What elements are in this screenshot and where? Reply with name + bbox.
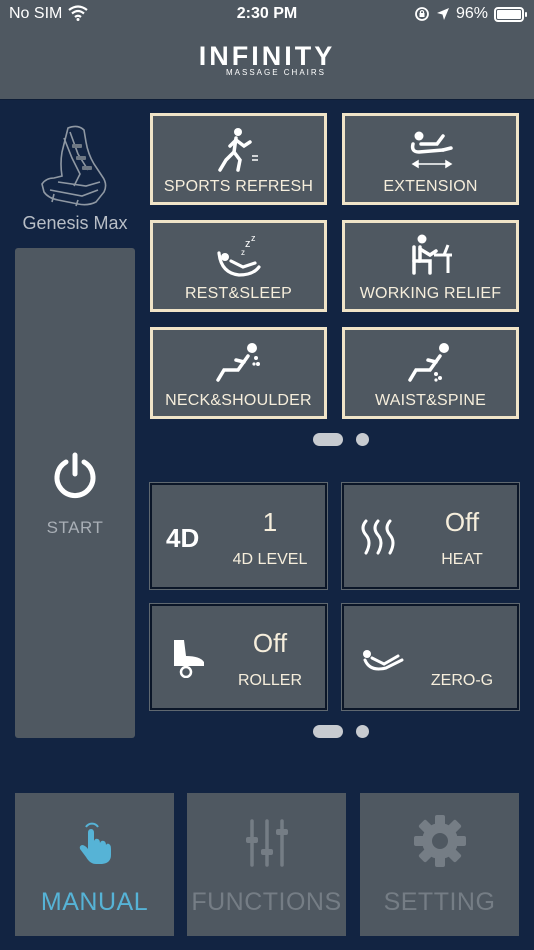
program-sports-refresh[interactable]: SPORTS REFRESH	[150, 113, 327, 205]
desk-icon	[411, 234, 452, 275]
waist-icon	[407, 343, 449, 382]
page-dot-active[interactable]	[313, 433, 343, 446]
location-icon	[436, 8, 449, 20]
brand-logo: INFINITY MASSAGE CHAIRS	[0, 42, 534, 77]
start-label: START	[46, 518, 104, 537]
page-dot[interactable]	[356, 725, 369, 738]
page-dot-active[interactable]	[313, 725, 343, 738]
touch-hand-icon	[79, 822, 111, 864]
heat-icon	[361, 519, 395, 555]
svg-text:z: z	[251, 233, 256, 243]
sports-icon	[217, 128, 258, 172]
program-label: NECK&SHOULDER	[165, 392, 312, 409]
program-label: WORKING RELIEF	[359, 285, 502, 302]
neck-icon	[215, 343, 260, 382]
gear-icon	[413, 815, 466, 867]
program-extension[interactable]: EXTENSION	[342, 113, 519, 205]
program-label: EXTENSION	[383, 178, 478, 195]
nav-label: SETTING	[383, 888, 496, 916]
zero-g-icon	[363, 650, 404, 671]
program-label: REST&SLEEP	[185, 285, 292, 302]
heat-label: HEAT	[441, 551, 483, 568]
page-dot[interactable]	[356, 433, 369, 446]
massage-chair-icon	[41, 125, 107, 207]
brand-tagline: MASSAGE CHAIRS	[225, 68, 326, 77]
battery-icon	[494, 6, 527, 22]
app-header: INFINITY MASSAGE CHAIRS	[0, 30, 534, 100]
status-bar: No SIM 2:30 PM 96%	[0, 0, 534, 30]
fourd-level-tile[interactable]: 4D 1 4D LEVEL	[150, 483, 327, 589]
orientation-lock-icon	[415, 7, 429, 21]
program-label: WAIST&SPINE	[375, 392, 486, 409]
program-rest-sleep[interactable]: z z z REST&SLEEP	[150, 220, 327, 312]
heat-tile[interactable]: Off HEAT	[342, 483, 519, 589]
nav-setting[interactable]: SETTING	[360, 793, 519, 936]
brand-name: INFINITY	[198, 41, 336, 71]
roller-icon	[174, 640, 204, 678]
fourd-level-value: 1	[262, 507, 278, 537]
svg-text:z: z	[245, 238, 251, 250]
nav-label: FUNCTIONS	[191, 888, 342, 916]
zero-g-tile[interactable]: ZERO-G	[342, 604, 519, 710]
power-icon[interactable]	[51, 452, 99, 500]
nav-manual[interactable]: MANUAL	[15, 793, 174, 936]
svg-text:z: z	[241, 248, 245, 257]
nav-label: MANUAL	[40, 888, 149, 916]
roller-label: ROLLER	[237, 672, 303, 689]
program-label: SPORTS REFRESH	[163, 178, 314, 195]
program-working-relief[interactable]: WORKING RELIEF	[342, 220, 519, 312]
battery-percent: 96%	[455, 5, 488, 22]
roller-tile[interactable]: Off ROLLER	[150, 604, 327, 710]
program-neck-shoulder[interactable]: NECK&SHOULDER	[150, 327, 327, 419]
sliders-icon	[245, 819, 288, 867]
nav-functions[interactable]: FUNCTIONS	[187, 793, 346, 936]
roller-value: Off	[252, 628, 288, 658]
program-page-indicator[interactable]	[313, 433, 369, 446]
sleep-icon: z z z	[216, 233, 261, 277]
heat-value: Off	[444, 507, 480, 537]
program-waist-spine[interactable]: WAIST&SPINE	[342, 327, 519, 419]
zero-g-label: ZERO-G	[430, 672, 494, 689]
fourd-level-label: 4D LEVEL	[232, 551, 308, 568]
stretch-icon	[410, 131, 453, 169]
settings-page-indicator[interactable]	[313, 725, 369, 738]
fourd-icon: 4D	[166, 523, 200, 553]
chair-model-name: Genesis Max	[22, 213, 128, 233]
